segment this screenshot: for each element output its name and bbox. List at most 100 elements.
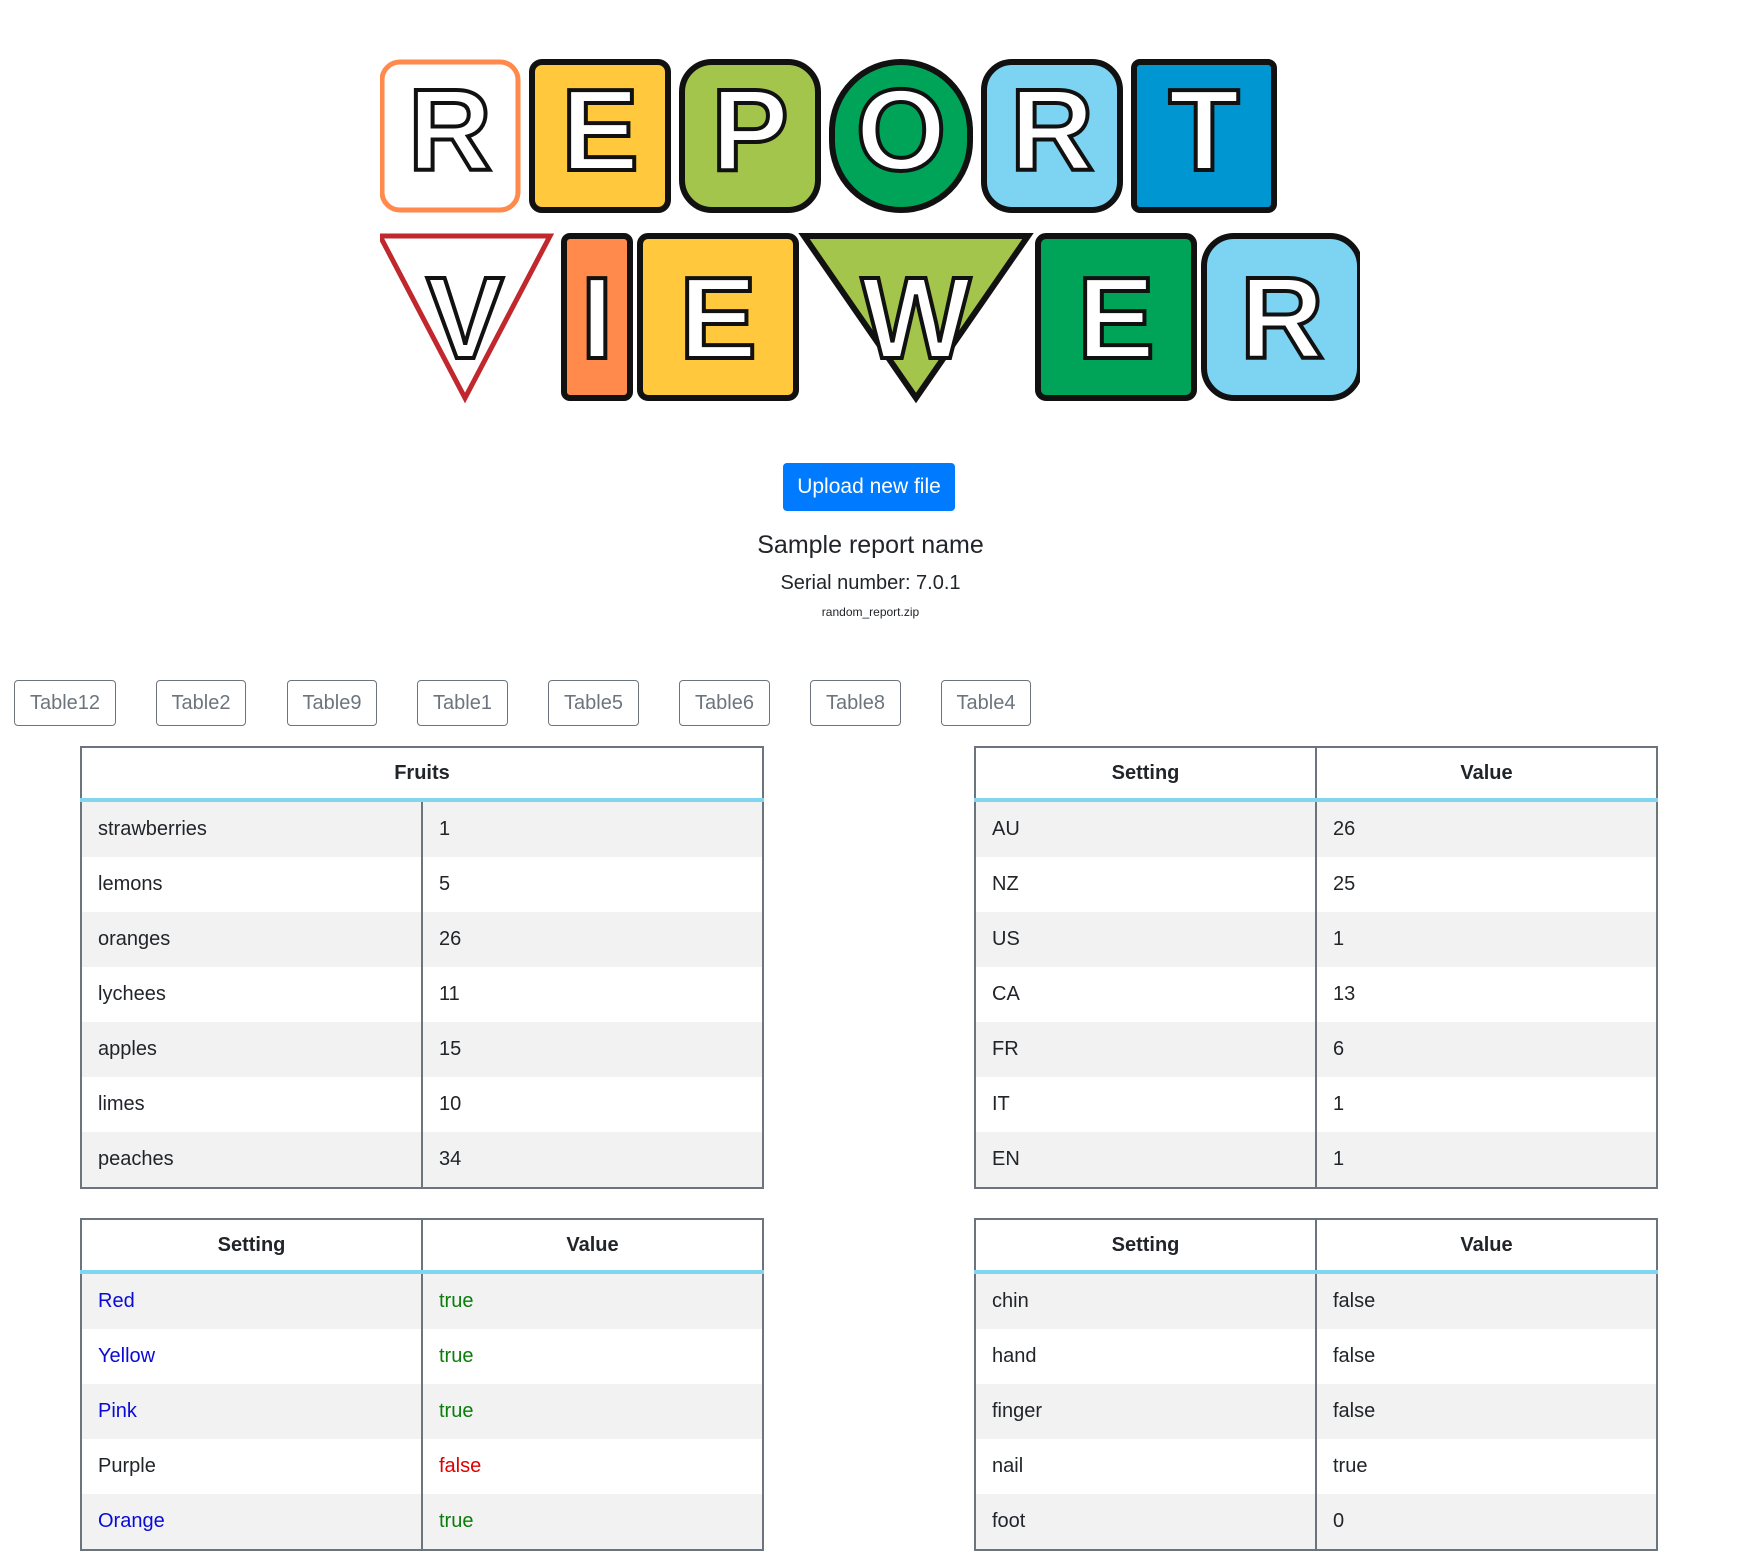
svg-text:W: W — [861, 253, 971, 383]
table-cell: US — [974, 912, 1317, 967]
setting-link[interactable]: Orange — [80, 1494, 423, 1550]
table-cell: peaches — [80, 1132, 423, 1188]
svg-text:E: E — [561, 65, 638, 195]
table-row: lemons 5 — [80, 857, 764, 912]
table-row: limes 10 — [80, 1077, 764, 1132]
table-cell: finger — [974, 1384, 1317, 1439]
tab-table6[interactable]: Table6 — [679, 680, 770, 726]
table-row: finger false — [974, 1384, 1658, 1439]
logo-line-2: V I E W E R — [380, 233, 1360, 404]
table-cell: NZ — [974, 857, 1317, 912]
tab-table5[interactable]: Table5 — [548, 680, 639, 726]
boolean-value: false — [421, 1439, 764, 1494]
svg-text:V: V — [426, 253, 503, 383]
table-row: FR 6 — [974, 1022, 1658, 1077]
table-cell: 25 — [1315, 857, 1658, 912]
table-cell: apples — [80, 1022, 423, 1077]
tab-table4[interactable]: Table4 — [941, 680, 1031, 726]
table-row: hand false — [974, 1329, 1658, 1384]
table-cell: 1 — [1315, 912, 1658, 967]
table-row: apples 15 — [80, 1022, 764, 1077]
tab-table1[interactable]: Table1 — [417, 680, 508, 726]
table-cell: EN — [974, 1132, 1317, 1188]
logo-line-1: R E P O R T — [380, 59, 1277, 213]
table-row: oranges 26 — [80, 912, 764, 967]
setting-label: Purple — [80, 1439, 423, 1494]
table-cell: 6 — [1315, 1022, 1658, 1077]
table-row: nail true — [974, 1439, 1658, 1494]
table-header: Setting — [974, 1219, 1317, 1274]
table-cell: 1 — [1315, 1132, 1658, 1188]
boolean-value: true — [421, 1272, 764, 1329]
table-cell: 1 — [421, 800, 764, 857]
table-cell: 5 — [421, 857, 764, 912]
report-name: Sample report name — [757, 531, 984, 559]
table-cell: 15 — [421, 1022, 764, 1077]
table-header: Value — [421, 1219, 764, 1274]
tab-table9[interactable]: Table9 — [287, 680, 377, 726]
table-cell: lemons — [80, 857, 423, 912]
table-cell: strawberries — [80, 800, 423, 857]
tab-table8[interactable]: Table8 — [810, 680, 901, 726]
table-cell: 26 — [421, 912, 764, 967]
table-cell: AU — [974, 800, 1317, 857]
tab-table12[interactable]: Table12 — [14, 680, 116, 726]
table-cell: 34 — [421, 1132, 764, 1188]
table-row: CA 13 — [974, 967, 1658, 1022]
upload-new-file-button[interactable]: Upload new file — [783, 463, 955, 511]
table-cell: 26 — [1315, 800, 1658, 857]
country-settings-table: Setting Value AU 26 NZ 25 US 1 CA 13 FR 6 IT 1… — [974, 746, 1658, 1189]
table-cell: false — [1315, 1272, 1658, 1329]
table-cell: nail — [974, 1439, 1317, 1494]
svg-text:T: T — [1169, 65, 1240, 195]
table-row: Purple false — [80, 1439, 764, 1494]
svg-text:O: O — [856, 65, 946, 195]
table-row: Pink true — [80, 1384, 764, 1439]
svg-text:I: I — [581, 253, 613, 383]
boolean-value: true — [421, 1494, 764, 1550]
table-cell: false — [1315, 1384, 1658, 1439]
table-row: NZ 25 — [974, 857, 1658, 912]
table-cell: true — [1315, 1439, 1658, 1494]
table-row: Orange true — [80, 1494, 764, 1550]
svg-text:P: P — [711, 65, 788, 195]
table-header: Setting — [80, 1219, 423, 1274]
svg-text:R: R — [408, 65, 492, 195]
serial-number: Serial number: 7.0.1 — [780, 572, 961, 594]
svg-text:R: R — [1010, 65, 1094, 195]
fruits-table: Fruits strawberries 1 lemons 5 oranges 26 l… — [80, 746, 764, 1189]
table-cell: IT — [974, 1077, 1317, 1132]
setting-link[interactable]: Red — [80, 1272, 423, 1329]
table-header: Fruits — [80, 747, 764, 802]
table-row: Yellow true — [80, 1329, 764, 1384]
table-row: chin false — [974, 1272, 1658, 1329]
table-cell: limes — [80, 1077, 423, 1132]
table-cell: FR — [974, 1022, 1317, 1077]
setting-link[interactable]: Pink — [80, 1384, 423, 1439]
svg-text:R: R — [1240, 253, 1324, 383]
table-row: AU 26 — [974, 800, 1658, 857]
table-row: peaches 34 — [80, 1132, 764, 1188]
body-settings-table: Setting Value chin false hand false finger… — [974, 1218, 1658, 1551]
setting-link[interactable]: Yellow — [80, 1329, 423, 1384]
report-filename: random_report.zip — [821, 605, 920, 619]
table-header: Setting — [974, 747, 1317, 802]
table-cell: 0 — [1315, 1494, 1658, 1550]
table-cell: foot — [974, 1494, 1317, 1550]
table-cell: oranges — [80, 912, 423, 967]
table-row: IT 1 — [974, 1077, 1658, 1132]
table-cell: chin — [974, 1272, 1317, 1329]
table-row: EN 1 — [974, 1132, 1658, 1188]
table-row: strawberries 1 — [80, 800, 764, 857]
table-row: US 1 — [974, 912, 1658, 967]
table-row: foot 0 — [974, 1494, 1658, 1550]
report-viewer-logo: R E P O R T V I E W E R — [380, 59, 1360, 404]
tab-table2[interactable]: Table2 — [156, 680, 246, 726]
table-row: Red true — [80, 1272, 764, 1329]
table-cell: lychees — [80, 967, 423, 1022]
table-cell: 10 — [421, 1077, 764, 1132]
table-header: Value — [1315, 747, 1658, 802]
table-cell: 11 — [421, 967, 764, 1022]
table-row: lychees 11 — [80, 967, 764, 1022]
color-settings-table: Setting Value Red true Yellow true Pink tru… — [80, 1218, 764, 1551]
